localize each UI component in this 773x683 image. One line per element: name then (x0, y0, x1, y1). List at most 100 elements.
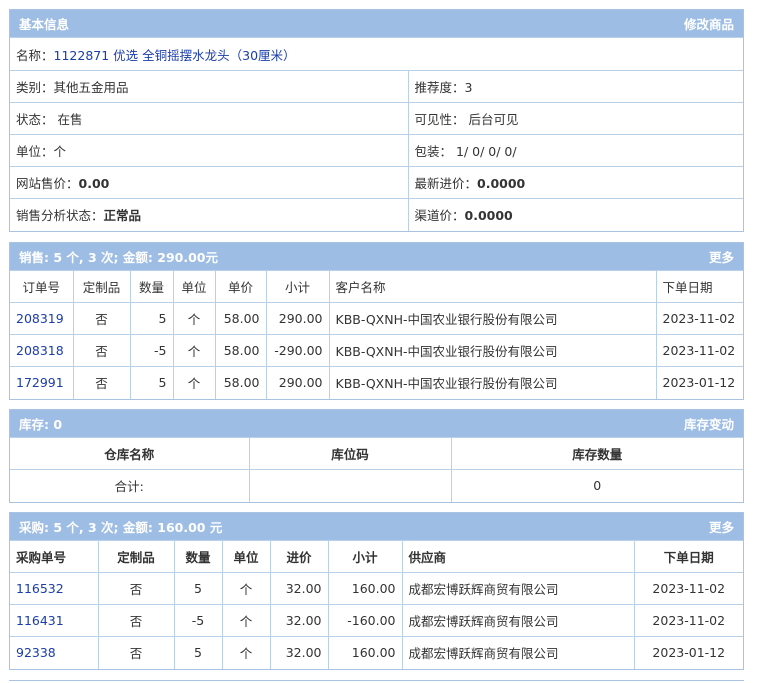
customer-cell: KBB-QXNH-中国农业银行股份有限公司 (328, 302, 657, 335)
category-label: 类别： (16, 80, 54, 95)
col-custom: 定制品 (72, 270, 131, 303)
sales-order-link[interactable]: 172991 (16, 375, 64, 390)
col-location: 库位码 (248, 437, 452, 470)
web-price-value: 0.00 (78, 176, 110, 191)
total-location (248, 469, 452, 502)
latest-cost-label: 最新进价： (414, 176, 478, 191)
col-purchase-no: 采购单号 (10, 540, 99, 573)
col-order-no: 订单号 (10, 270, 74, 303)
web-price-cell: 网站售价：0.00 (10, 166, 409, 199)
date-cell: 2023-11-02 (655, 334, 743, 367)
custom-cell: 否 (72, 366, 131, 399)
purchase-order-link[interactable]: 92338 (16, 645, 56, 660)
table-row: 208318 否 -5 个 58.00 -290.00 KBB-QXNH-中国农… (10, 334, 743, 367)
cost-cell: 32.00 (269, 572, 329, 605)
recommend-value: 3 (464, 80, 473, 95)
price-cell: 58.00 (214, 302, 267, 335)
col-qty: 数量 (129, 270, 174, 303)
custom-cell: 否 (97, 604, 175, 637)
product-name-link[interactable]: 1122871 优选 全铜摇摆水龙头（30厘米） (54, 48, 296, 63)
purchase-table: 采购单号 定制品 数量 单位 进价 小计 供应商 下单日期 116532 否 5… (10, 540, 743, 669)
col-price: 单价 (214, 270, 267, 303)
col-unit: 单位 (172, 270, 216, 303)
stock-change-link[interactable]: 库存变动 (684, 414, 734, 433)
col-date: 下单日期 (655, 270, 743, 303)
sales-header: 销售: 5 个, 3 次; 金额: 290.00元 更多 (10, 243, 743, 270)
col-custom: 定制品 (97, 540, 175, 573)
col-supplier: 供应商 (401, 540, 635, 573)
purchase-order-link[interactable]: 116532 (16, 581, 64, 596)
unit-cell: 个 (221, 604, 271, 637)
visibility-cell: 可见性： 后台可见 (407, 102, 743, 135)
col-subtotal: 小计 (265, 270, 330, 303)
customer-cell: KBB-QXNH-中国农业银行股份有限公司 (328, 366, 657, 399)
stock-table: 仓库名称 库位码 库存数量 合计: 0 (10, 437, 743, 502)
purchase-order-link[interactable]: 116431 (16, 613, 64, 628)
table-row: 172991 否 5 个 58.00 290.00 KBB-QXNH-中国农业银… (10, 366, 743, 399)
sales-more-link[interactable]: 更多 (709, 247, 734, 266)
date-cell: 2023-11-02 (655, 302, 743, 335)
visibility-value: 后台可见 (468, 112, 519, 127)
basic-info-header: 基本信息 修改商品 (10, 10, 743, 37)
sales-order-link[interactable]: 208319 (16, 311, 64, 326)
status-cell: 状态： 在售 (10, 102, 409, 135)
stock-summary: 库存: 0 (19, 417, 63, 432)
info-row: 状态： 在售 可见性： 后台可见 (10, 102, 743, 135)
latest-cost-value: 0.0000 (477, 176, 526, 191)
channel-price-cell: 渠道价：0.0000 (407, 198, 743, 231)
channel-price-label: 渠道价： (414, 208, 465, 224)
col-stock-qty: 库存数量 (450, 437, 743, 470)
purchase-summary: 采购: 5 个, 3 次; 金额: 160.00 元 (19, 520, 223, 535)
date-cell: 2023-11-02 (633, 604, 743, 637)
date-cell: 2023-01-12 (633, 636, 743, 669)
table-row: 116532 否 5 个 32.00 160.00 成都宏博跃辉商贸有限公司 2… (10, 572, 743, 605)
price-cell: 58.00 (214, 334, 267, 367)
subtotal-cell: 290.00 (265, 302, 330, 335)
sales-order-link[interactable]: 208318 (16, 343, 64, 358)
unit-cell: 个 (221, 636, 271, 669)
custom-cell: 否 (97, 572, 175, 605)
qty-cell: 5 (129, 366, 174, 399)
info-row: 类别：其他五金用品 推荐度：3 (10, 70, 743, 103)
col-customer: 客户名称 (328, 270, 657, 303)
qty-cell: -5 (129, 334, 174, 367)
unit-cell: 个 (172, 366, 216, 399)
name-label: 名称： (16, 47, 54, 63)
subtotal-cell: 160.00 (327, 636, 403, 669)
stock-panel: 库存: 0 库存变动 仓库名称 库位码 库存数量 合计: 0 (9, 409, 744, 503)
date-cell: 2023-01-12 (655, 366, 743, 399)
subtotal-cell: -160.00 (327, 604, 403, 637)
custom-cell: 否 (72, 334, 131, 367)
sales-panel: 销售: 5 个, 3 次; 金额: 290.00元 更多 订单号 定制品 数量 … (9, 242, 744, 400)
subtotal-cell: 160.00 (327, 572, 403, 605)
channel-price-value: 0.0000 (464, 208, 513, 224)
unit-cell: 个 (172, 334, 216, 367)
subtotal-cell: 290.00 (265, 366, 330, 399)
qty-cell: 5 (173, 572, 223, 605)
sales-status-cell: 销售分析状态：正常品 (10, 198, 409, 231)
status-value: 在售 (57, 112, 83, 127)
unit-cell: 个 (172, 302, 216, 335)
unit-value: 个 (53, 144, 67, 159)
stock-header-row: 仓库名称 库位码 库存数量 (10, 437, 743, 470)
total-label: 合计: (10, 469, 250, 502)
col-warehouse: 仓库名称 (10, 437, 250, 470)
custom-cell: 否 (72, 302, 131, 335)
basic-info-title: 基本信息 (19, 17, 70, 32)
recommend-label: 推荐度： (414, 80, 465, 95)
col-subtotal: 小计 (327, 540, 403, 573)
supplier-cell: 成都宏博跃辉商贸有限公司 (401, 604, 635, 637)
basic-info-table: 名称：1122871 优选 全铜摇摆水龙头（30厘米） 类别：其他五金用品 推荐… (10, 37, 743, 231)
total-qty: 0 (450, 469, 743, 502)
category-value: 其他五金用品 (53, 80, 129, 95)
purchase-more-link[interactable]: 更多 (709, 517, 734, 536)
info-row: 销售分析状态：正常品 渠道价：0.0000 (10, 198, 743, 231)
edit-product-link[interactable]: 修改商品 (684, 14, 734, 33)
status-label: 状态： (16, 112, 54, 127)
basic-info-panel: 基本信息 修改商品 名称：1122871 优选 全铜摇摆水龙头（30厘米） 类别… (9, 9, 744, 232)
subtotal-cell: -290.00 (265, 334, 330, 367)
package-cell: 包装： 1/ 0/ 0/ 0/ (407, 134, 743, 167)
name-cell: 名称：1122871 优选 全铜摇摆水龙头（30厘米） (10, 37, 743, 71)
info-row: 网站售价：0.00 最新进价：0.0000 (10, 166, 743, 199)
stock-total-row: 合计: 0 (10, 469, 743, 502)
